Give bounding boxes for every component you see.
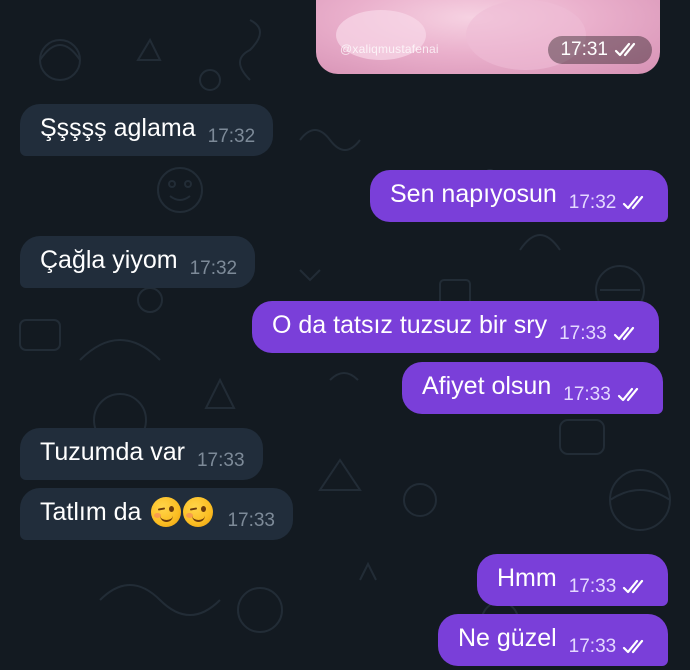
message-time: 17:32	[189, 258, 238, 279]
image-message[interactable]: @xaliqmustafenai 17:31	[316, 0, 660, 74]
message-time: 17:32	[568, 192, 617, 213]
message-time: 17:31	[560, 39, 608, 60]
message-time: 17:33	[196, 450, 245, 471]
message-bubble-incoming[interactable]: Çağla yiyom 17:32	[20, 236, 256, 288]
message-text: Hmm	[497, 563, 557, 592]
message-bubble-outgoing[interactable]: O da tatsız tuzsuz bir sry 17:33	[252, 301, 659, 353]
message-bubble-outgoing[interactable]: Ne güzel 17:33	[438, 614, 669, 666]
message-text: Şşşşş aglama	[40, 113, 196, 142]
message-text: Afiyet olsun	[422, 371, 552, 400]
message-time: 17:33	[563, 384, 611, 405]
message-bubble-outgoing[interactable]: Sen napıyosun 17:32	[370, 170, 669, 222]
double-check-icon	[623, 579, 644, 594]
message-time: 17:33	[227, 510, 275, 531]
message-text: Çağla yiyom	[40, 245, 178, 274]
message-text: Tuzumda var	[40, 437, 185, 466]
message-text: Ne güzel	[458, 623, 557, 652]
message-text: Tatlım da	[40, 497, 142, 526]
message-bubble-incoming[interactable]: Tuzumda var 17:33	[20, 428, 263, 480]
message-text: O da tatsız tuzsuz bir sry	[272, 310, 548, 339]
winking-face-icon	[183, 497, 214, 527]
double-check-icon	[614, 42, 636, 57]
image-watermark: @xaliqmustafenai	[340, 42, 439, 56]
message-time: 17:33	[568, 576, 617, 597]
message-bubble-outgoing[interactable]: Hmm 17:33	[477, 554, 669, 606]
double-check-icon	[623, 639, 644, 654]
message-bubble-outgoing[interactable]: Afiyet olsun 17:33	[402, 362, 663, 414]
message-time: 17:33	[568, 636, 617, 657]
message-bubble-incoming[interactable]: Tatlım da 17:33	[20, 488, 293, 540]
message-time: 17:33	[559, 323, 607, 344]
message-text: Sen napıyosun	[390, 179, 557, 208]
double-check-icon	[623, 195, 644, 210]
double-check-icon	[613, 326, 634, 341]
message-bubble-incoming[interactable]: Şşşşş aglama 17:32	[20, 104, 274, 156]
double-check-icon	[617, 387, 638, 402]
image-timestamp: 17:31	[548, 36, 652, 64]
winking-face-icon	[151, 497, 182, 527]
message-time: 17:32	[207, 126, 256, 147]
